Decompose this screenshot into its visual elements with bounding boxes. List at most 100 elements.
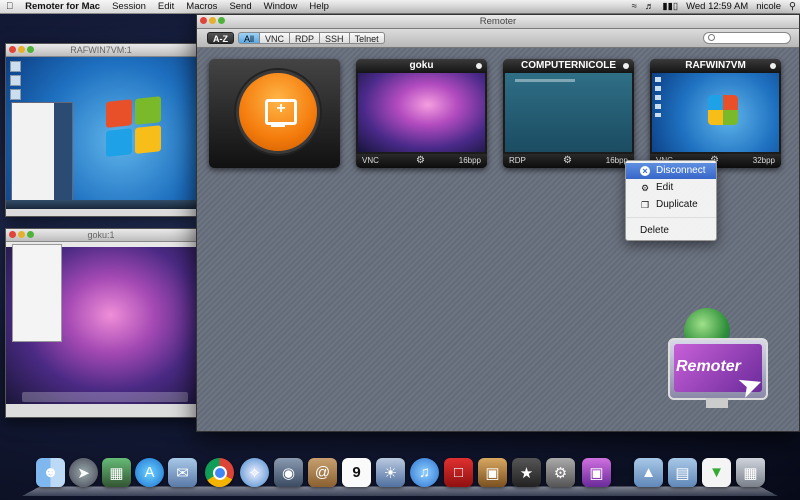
filter-telnet[interactable]: Telnet (349, 32, 385, 44)
minimize-icon[interactable] (18, 46, 25, 53)
close-icon[interactable] (9, 46, 16, 53)
menu-item-disconnect[interactable]: × Disconnect (626, 163, 716, 179)
session-card-rafwin7vm[interactable]: RAFWIN7VM VNC ⚙ 32bpp (650, 59, 781, 168)
dock: ☻ ➤ ▦ A ✉ ✧ ◉ @ 9 ☀ ♫ □ ▣ ★ ⚙ ▣ ▲ ▤ ▼ ▦ (22, 452, 778, 496)
menu-bar:  Remoter for Mac Session Edit Macros Se… (0, 0, 800, 14)
session-thumbnail[interactable] (358, 73, 485, 152)
session-card-goku[interactable]: goku VNC ⚙ 16bpp (356, 59, 487, 168)
session-title: goku (356, 59, 487, 73)
disconnect-icon: × (640, 166, 650, 176)
remote-desktop-windows7[interactable] (6, 57, 196, 209)
session-thumbnail[interactable] (505, 73, 632, 152)
menu-item-edit[interactable]: ⚙ Edit (626, 180, 716, 196)
dock-preview-icon[interactable]: ✉ (168, 458, 197, 487)
dock-documents-folder-icon[interactable]: ▤ (668, 458, 697, 487)
window-title: Remoter (479, 16, 517, 27)
windows-logo-icon (106, 96, 162, 160)
dock-app-store-icon[interactable]: A (135, 458, 164, 487)
menu-clock[interactable]: Wed 12:59 AM (682, 0, 752, 13)
filter-rdp[interactable]: RDP (290, 32, 321, 44)
menu-send[interactable]: Send (223, 0, 257, 13)
toolbar: A-Z All VNC RDP SSH Telnet (197, 29, 799, 48)
session-protocol: RDP (509, 156, 526, 165)
window-controls (9, 46, 34, 53)
dock-imovie-icon[interactable]: ★ (512, 458, 541, 487)
gear-icon[interactable]: ⚙ (416, 154, 425, 168)
minimize-icon[interactable] (209, 17, 216, 24)
status-indicator-icon (770, 63, 776, 69)
zoom-icon[interactable] (27, 46, 34, 53)
volume-icon[interactable]: ♬ (641, 0, 659, 13)
dock-image-capture-icon[interactable]: ▣ (478, 458, 507, 487)
sort-control: A-Z (207, 32, 234, 44)
apple-menu-icon[interactable]:  (0, 0, 19, 13)
menu-help[interactable]: Help (303, 0, 335, 13)
dock-finder-icon[interactable]: ☻ (36, 458, 65, 487)
dock-mission-control-icon[interactable]: ▦ (102, 458, 131, 487)
dock-chrome-icon[interactable] (205, 458, 234, 487)
new-session-button[interactable] (236, 70, 320, 154)
remoter-logo: Remoter ➤ (660, 308, 780, 418)
windows-logo-icon (708, 95, 738, 125)
menu-macros[interactable]: Macros (180, 0, 223, 13)
vm-window-titlebar[interactable]: goku:1 (6, 229, 196, 242)
vm-window-rafwin7vm[interactable]: RAFWIN7VM:1 (5, 43, 197, 217)
filter-vnc[interactable]: VNC (260, 32, 291, 44)
start-menu (11, 102, 73, 202)
filter-ssh[interactable]: SSH (320, 32, 350, 44)
close-icon[interactable] (9, 231, 16, 238)
window-controls (200, 17, 225, 24)
zoom-icon[interactable] (218, 17, 225, 24)
filter-all[interactable]: All (238, 32, 261, 44)
wifi-icon[interactable]: ≈ (628, 0, 641, 13)
window-controls (9, 231, 34, 238)
remote-menu-dropdown (12, 244, 62, 342)
menu-item-duplicate[interactable]: ❐ Duplicate (626, 197, 716, 213)
close-icon[interactable] (200, 17, 207, 24)
vm-window-titlebar[interactable]: RAFWIN7VM:1 (6, 44, 196, 57)
dock-launchpad-icon[interactable]: ➤ (69, 458, 98, 487)
sort-az-button[interactable]: A-Z (207, 32, 234, 44)
dock-photo-booth-icon[interactable]: □ (444, 458, 473, 487)
menu-user[interactable]: nicole (752, 0, 785, 13)
dock-ical-icon[interactable]: 9 (342, 458, 371, 487)
dock-applications-folder-icon[interactable]: ▲ (634, 458, 663, 487)
gear-icon[interactable]: ⚙ (563, 154, 572, 168)
vm-window-goku[interactable]: goku:1 (5, 228, 197, 418)
session-context-menu: × Disconnect ⚙ Edit ❐ Duplicate Delete (625, 160, 717, 241)
session-title: RAFWIN7VM (650, 59, 781, 73)
dock-facetime-icon[interactable]: ◉ (274, 458, 303, 487)
dock-itunes-icon[interactable]: ♫ (410, 458, 439, 487)
menu-session[interactable]: Session (106, 0, 152, 13)
menu-separator (626, 217, 716, 218)
menu-window[interactable]: Window (258, 0, 304, 13)
search-field[interactable] (703, 32, 791, 44)
dock-safari-icon[interactable]: ✧ (240, 458, 269, 487)
session-title: COMPUTERNICOLE (503, 59, 634, 73)
session-color-depth: 32bpp (752, 156, 775, 165)
new-session-card[interactable] (209, 59, 340, 168)
session-card-computernicole[interactable]: COMPUTERNICOLE RDP ⚙ 16bpp (503, 59, 634, 168)
session-thumbnail[interactable] (652, 73, 779, 152)
minimize-icon[interactable] (18, 231, 25, 238)
session-color-depth: 16bpp (458, 156, 481, 165)
app-menu[interactable]: Remoter for Mac (19, 0, 106, 13)
remoter-titlebar[interactable]: Remoter (197, 15, 799, 29)
logo-text: Remoter (676, 358, 741, 375)
add-monitor-icon (265, 99, 297, 125)
duplicate-icon: ❐ (640, 200, 650, 210)
dock-downloads-icon[interactable]: ▼ (702, 458, 731, 487)
menu-edit[interactable]: Edit (152, 0, 180, 13)
dock-address-book-icon[interactable]: @ (308, 458, 337, 487)
dock-system-preferences-icon[interactable]: ⚙ (546, 458, 575, 487)
remote-desktop-lion[interactable] (6, 242, 196, 404)
battery-icon[interactable]: ▮▮▯ (658, 0, 682, 13)
dock-trash-icon[interactable]: ▦ (736, 458, 765, 487)
spotlight-icon[interactable]: ⚲ (785, 0, 800, 13)
taskbar (6, 200, 196, 209)
dock-remoter-icon[interactable]: ▣ (582, 458, 611, 487)
menu-item-delete[interactable]: Delete (626, 223, 716, 239)
zoom-icon[interactable] (27, 231, 34, 238)
dock-iphoto-icon[interactable]: ☀ (376, 458, 405, 487)
vm-window-title: RAFWIN7VM:1 (70, 45, 132, 55)
